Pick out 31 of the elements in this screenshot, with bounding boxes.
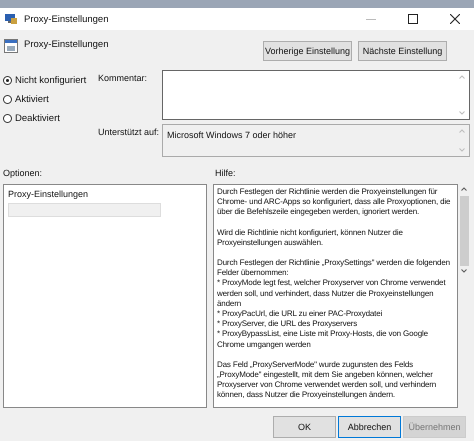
setting-nav-button[interactable]: Vorherige Einstellung bbox=[263, 41, 352, 61]
scroll-down-icon[interactable] bbox=[461, 269, 467, 273]
scrollbar-thumb[interactable] bbox=[460, 196, 468, 266]
dialog-button[interactable]: Abbrechen bbox=[338, 416, 401, 438]
supported-on-value: Microsoft Windows 7 oder höher bbox=[166, 129, 296, 142]
options-title: Proxy-Einstellungen bbox=[8, 189, 90, 199]
options-label: Optionen: bbox=[3, 168, 44, 178]
minimize-icon[interactable] bbox=[366, 18, 376, 20]
policy-name: Proxy-Einstellungen bbox=[24, 39, 108, 50]
radio-option[interactable]: Aktiviert bbox=[3, 92, 98, 107]
help-text: Wird die Richtlinie nicht konfiguriert, können Nutzer die Proxyeinstellungen auswählen. bbox=[217, 228, 404, 248]
supported-on-label: Unterstützt auf: bbox=[98, 126, 160, 139]
radio-option[interactable]: Nicht konfiguriert bbox=[3, 73, 98, 88]
monitor-icon bbox=[4, 13, 18, 25]
help-text: * ProxyPacUrl, die URL zu einer PAC-Proxydatei bbox=[217, 309, 384, 320]
help-text: Durch Festlegen der Richtlinie werden die Proxyeinstellungen für Chrome- und ARC-Apps so konfiguriert, dass alle Proxyoptionen, die über die Befehlszeile eingegeben werden, ignoriert werden. bbox=[217, 187, 452, 218]
window-title: Proxy-Einstellungen bbox=[24, 14, 108, 24]
scroll-up-icon[interactable] bbox=[461, 187, 467, 191]
help-text: Durch Festlegen der Richtlinie „ProxySettings" werden die folgenden Felder übernommen: bbox=[217, 258, 451, 278]
radio-option[interactable]: Deaktiviert bbox=[3, 111, 98, 126]
dialog-button[interactable]: OK bbox=[273, 416, 336, 438]
policy-icon bbox=[4, 39, 18, 53]
help-text: Das Feld „ProxyServerMode" wurde zugunsten des Felds „ProxyMode" eingestellt, mit dem Sie angeben können, welcher Proxyserver von Chrome verwendet werden soll, und verhindern können, dass Nutzer die Proxyeinstellungen ändern. bbox=[217, 360, 438, 401]
setting-nav-button[interactable]: Nächste Einstellung bbox=[358, 41, 447, 61]
help-text: * ProxyMode legt fest, welcher Proxyserver von Chrome verwendet werden soll, und verhindert, dass Nutzer die Proxyeinstellungen ändern bbox=[217, 278, 446, 310]
close-icon[interactable] bbox=[450, 14, 460, 24]
help-label: Hilfe: bbox=[215, 168, 236, 178]
help-text: * ProxyServer, die URL des Proxyservers bbox=[217, 319, 358, 330]
comment-label: Kommentar: bbox=[98, 72, 148, 85]
maximize-icon[interactable] bbox=[408, 14, 418, 24]
help-text: * ProxyBypassList, eine Liste mit Proxy-Hosts, die von Google Chrome umgangen werden bbox=[217, 329, 429, 350]
